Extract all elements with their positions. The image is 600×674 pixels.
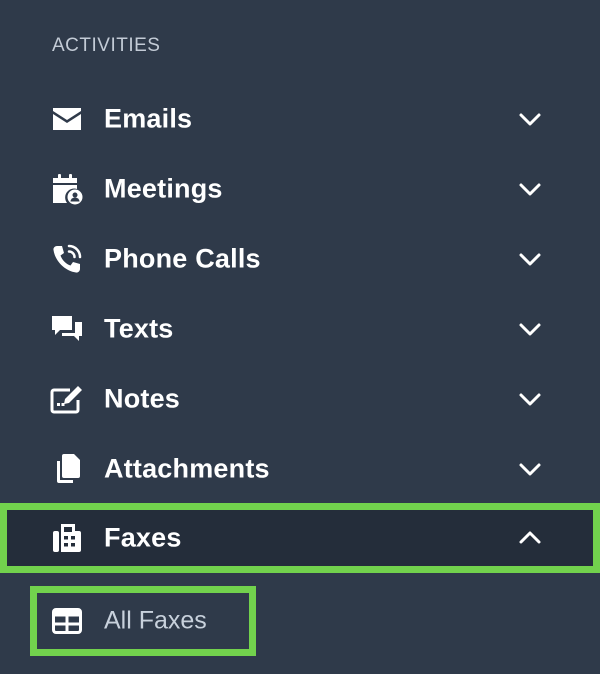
sidebar-subitem-all-faxes[interactable]: All Faxes xyxy=(30,586,256,656)
sidebar-item-emails[interactable]: Emails xyxy=(0,84,600,154)
calendar-user-icon xyxy=(50,172,84,206)
activities-sidebar: ACTIVITIES Emails Meetings Phone Calls T… xyxy=(0,0,600,674)
sidebar-item-label: Texts xyxy=(104,313,174,344)
sidebar-item-label: Faxes xyxy=(104,522,182,553)
sidebar-item-notes[interactable]: Notes xyxy=(0,364,600,434)
sidebar-item-label: Phone Calls xyxy=(104,243,261,274)
chevron-down-icon[interactable] xyxy=(516,175,544,203)
table-grid-icon xyxy=(52,608,82,634)
copy-files-icon xyxy=(50,452,84,486)
fax-machine-icon xyxy=(50,521,84,555)
sidebar-subitem-label: All Faxes xyxy=(104,606,207,635)
chat-bubbles-icon xyxy=(50,312,84,346)
sidebar-item-faxes[interactable]: Faxes xyxy=(0,503,600,573)
sidebar-item-meetings[interactable]: Meetings xyxy=(0,154,600,224)
sidebar-item-texts[interactable]: Texts xyxy=(0,294,600,364)
sidebar-item-attachments[interactable]: Attachments xyxy=(0,434,600,504)
envelope-icon xyxy=(50,102,84,136)
chevron-down-icon[interactable] xyxy=(516,105,544,133)
chevron-up-icon[interactable] xyxy=(516,524,544,552)
sidebar-item-label: Notes xyxy=(104,383,181,414)
note-edit-icon xyxy=(50,382,84,416)
chevron-down-icon[interactable] xyxy=(516,385,544,413)
phone-wave-icon xyxy=(50,242,84,276)
sidebar-item-label: Attachments xyxy=(104,453,270,484)
sidebar-item-phone-calls[interactable]: Phone Calls xyxy=(0,224,600,294)
sidebar-item-label: Emails xyxy=(104,103,193,134)
chevron-down-icon[interactable] xyxy=(516,315,544,343)
chevron-down-icon[interactable] xyxy=(516,245,544,273)
section-heading: ACTIVITIES xyxy=(52,35,161,56)
sidebar-item-label: Meetings xyxy=(104,173,223,204)
chevron-down-icon[interactable] xyxy=(516,455,544,483)
